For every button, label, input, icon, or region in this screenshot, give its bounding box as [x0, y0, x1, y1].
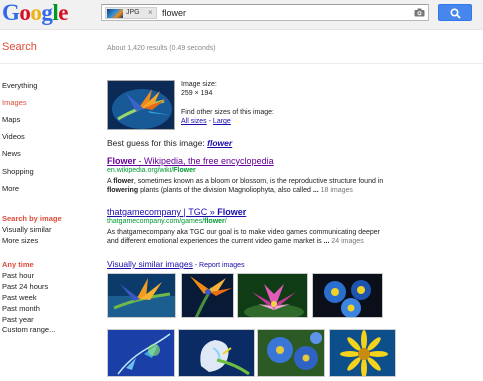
search-icon — [450, 8, 461, 19]
image-chip[interactable]: JPG × — [105, 7, 157, 19]
time-filter-heading[interactable]: Any time — [2, 260, 34, 269]
fractal-flower-thumb[interactable] — [107, 329, 175, 377]
result-title-text: thatgamecompany | TGC » — [107, 207, 218, 217]
snippet-text: and different emotional experiences the … — [107, 238, 324, 245]
result-url: thatgamecompany.com/games/flower/ — [107, 218, 227, 225]
search-input[interactable] — [162, 6, 392, 20]
best-guess-prefix: Best guess for this image: — [107, 138, 208, 148]
calla-lily-thumb[interactable] — [178, 329, 255, 377]
search-button[interactable] — [438, 4, 472, 21]
time-filter-past-week[interactable]: Past week — [2, 293, 37, 302]
similar-images-heading: Visually similar images - Report images — [107, 259, 245, 269]
snippet-text: plants (plants of the division Magnoliop… — [138, 187, 313, 194]
image-chip-label: JPG — [126, 9, 140, 16]
query-image-thumbnail[interactable] — [107, 80, 175, 130]
divider — [0, 63, 483, 64]
result-title-bold: Flower — [107, 156, 137, 166]
logo-letter: e — [58, 0, 68, 25]
result-snippet: As thatgamecompany aka TGC our goal is t… — [107, 228, 407, 246]
search-by-image-heading: Search by image — [2, 214, 62, 223]
best-guess-link[interactable]: flower — [207, 138, 232, 148]
page-title: Search — [2, 41, 37, 53]
result-title-bold: Flower — [217, 207, 247, 217]
result-image-count: 18 images — [318, 187, 353, 194]
logo-letter: o — [19, 0, 31, 25]
result-url: en.wikipedia.org/wiki/Flower — [107, 167, 196, 174]
result-snippet: A flower, sometimes known as a bloom or … — [107, 177, 407, 195]
time-filter-past-month[interactable]: Past month — [2, 304, 40, 313]
result-image-count: 24 images — [329, 238, 364, 245]
all-sizes-link[interactable]: All sizes — [181, 118, 207, 125]
google-logo[interactable]: Google — [2, 0, 68, 26]
time-filter-past-24-hours[interactable]: Past 24 hours — [2, 282, 48, 291]
result-url-suffix: / — [224, 218, 227, 225]
image-chip-thumbnail — [107, 9, 123, 18]
size-links: All sizes - Large — [181, 118, 231, 125]
nav-item-videos[interactable]: Videos — [2, 132, 25, 141]
result-title-text: - Wikipedia, the free encyclopedia — [136, 156, 274, 166]
result-snippet-line-2: and different emotional experiences the … — [107, 237, 407, 246]
best-guess: Best guess for this image: flower — [107, 138, 232, 148]
snippet-text: , sometimes known as a bloom or blossom,… — [133, 178, 384, 185]
result-snippet-line-1: A flower, sometimes known as a bloom or … — [107, 177, 407, 186]
yellow-daisy-thumb[interactable] — [329, 329, 396, 377]
search-box[interactable]: JPG × — [101, 4, 429, 21]
header-bar: Google JPG × — [0, 0, 483, 30]
time-filter-custom-range[interactable]: Custom range... — [2, 325, 55, 334]
nav-item-news[interactable]: News — [2, 149, 21, 158]
lotus-thumb[interactable] — [237, 273, 308, 318]
more-sizes-link[interactable]: More sizes — [2, 236, 38, 245]
result-snippet-line-2: flowering plants (plants of the division… — [107, 186, 407, 195]
nav-item-images[interactable]: Images — [2, 98, 27, 107]
logo-letter: o — [30, 0, 42, 25]
snippet-bold: flower — [113, 178, 134, 185]
bird-of-paradise-thumb-2[interactable] — [181, 273, 234, 318]
bird-of-paradise-thumb-1[interactable] — [107, 273, 176, 318]
logo-letter: g — [41, 0, 53, 25]
close-icon[interactable]: × — [148, 8, 153, 17]
visually-similar-link[interactable]: Visually similar — [2, 225, 51, 234]
large-size-link[interactable]: Large — [213, 118, 231, 125]
result-snippet-line-1: As thatgamecompany aka TGC our goal is t… — [107, 229, 381, 236]
result-stats: About 1,420 results (0.49 seconds) — [107, 45, 216, 52]
nav-item-shopping[interactable]: Shopping — [2, 167, 34, 176]
report-images-link[interactable]: - Report images — [193, 262, 245, 269]
camera-icon[interactable] — [414, 8, 425, 17]
other-sizes-label: Find other sizes of this image: — [181, 109, 274, 116]
snippet-bold: flowering — [107, 187, 139, 194]
nav-item-maps[interactable]: Maps — [2, 115, 20, 124]
similar-images-link[interactable]: Visually similar images — [107, 259, 193, 269]
time-filter-past-year[interactable]: Past year — [2, 315, 34, 324]
result-url-bold: flower — [204, 218, 225, 225]
result-title[interactable]: thatgamecompany | TGC » Flower — [107, 207, 246, 217]
result-title[interactable]: Flower - Wikipedia, the free encyclopedi… — [107, 156, 274, 166]
nav-item-everything[interactable]: Everything — [2, 81, 37, 90]
image-size-label: Image size: — [181, 81, 217, 88]
result-url-bold: Flower — [173, 167, 196, 174]
pansy-thumb[interactable] — [312, 273, 383, 318]
time-filter-past-hour[interactable]: Past hour — [2, 271, 34, 280]
logo-letter: G — [2, 0, 20, 25]
result-url-prefix: en.wikipedia.org/wiki/ — [107, 167, 174, 174]
blue-poppy-thumb[interactable] — [257, 329, 325, 377]
nav-item-more[interactable]: More — [2, 184, 19, 193]
image-size-value: 259 × 194 — [181, 90, 213, 97]
result-url-prefix: thatgamecompany.com/games/ — [107, 218, 205, 225]
